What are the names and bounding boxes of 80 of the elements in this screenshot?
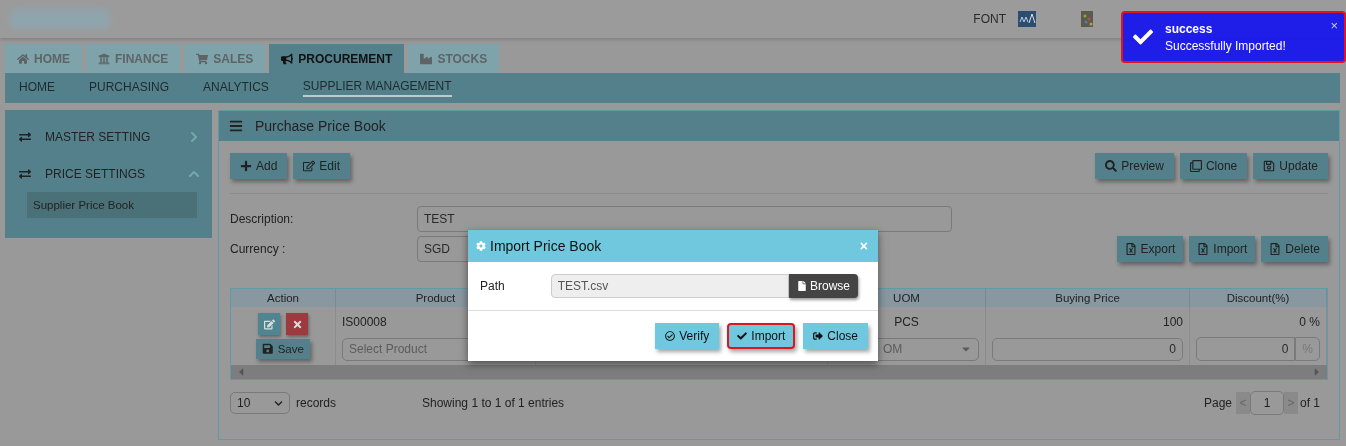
font-size-icon[interactable] — [1018, 11, 1036, 27]
gear-icon — [476, 241, 486, 251]
records-label: records — [296, 396, 336, 410]
column-header[interactable]: Buying Price — [986, 289, 1190, 307]
menu-icon[interactable] — [229, 119, 243, 133]
swap-arrows-icon — [19, 167, 31, 180]
field-label: Currency : — [230, 242, 287, 256]
table-cell-text: PCS — [893, 314, 920, 332]
close-button[interactable]: × — [1330, 18, 1338, 33]
palette-icon[interactable] — [1080, 10, 1096, 28]
toast-message: Successfully Imported! — [1165, 38, 1286, 53]
sub-nav-link[interactable]: HOME — [19, 80, 55, 96]
file-button[interactable]: Delete — [1261, 236, 1328, 262]
chevron-right-icon — [188, 130, 200, 143]
main-tab[interactable]: SALES — [184, 44, 266, 73]
price-input[interactable]: 0 — [992, 337, 1183, 361]
table-cell-text: IS00008 — [342, 314, 388, 332]
toolbar-button[interactable]: Edit — [293, 153, 351, 179]
dialog-title: Import Price Book — [490, 238, 602, 254]
spreadsheet-file-icon — [1197, 243, 1210, 255]
table-cell-text: 100 — [1161, 314, 1183, 332]
cart-icon — [196, 52, 209, 65]
file-icon — [797, 281, 807, 291]
edit-icon — [303, 160, 316, 172]
entries-info: Showing 1 to 1 of 1 entries — [422, 396, 565, 410]
save-button[interactable]: Save — [256, 339, 310, 359]
check-icon — [737, 331, 748, 341]
column-header[interactable]: Action — [231, 289, 336, 307]
font-label: FONT — [973, 12, 1006, 26]
main-tab[interactable]: HOME — [5, 44, 82, 73]
page-input[interactable]: 1 — [1250, 391, 1284, 415]
swap-arrows-icon — [19, 130, 31, 143]
sub-nav-link[interactable]: PURCHASING — [89, 80, 169, 96]
field-label: Description: — [230, 212, 295, 226]
copy-icon — [1189, 160, 1202, 172]
percent-addon: % — [1295, 337, 1320, 361]
home-icon — [17, 52, 29, 65]
search-icon — [1105, 160, 1118, 172]
page-label: Page — [1203, 396, 1232, 410]
edit-button[interactable] — [258, 313, 280, 335]
delete-button[interactable] — [286, 313, 308, 335]
column-header[interactable]: Discount(%) — [1190, 289, 1327, 307]
dialog-button[interactable]: Verify — [655, 323, 720, 349]
spreadsheet-file-icon — [1124, 243, 1137, 255]
horizontal-scrollbar[interactable] — [231, 365, 1327, 379]
main-tab[interactable]: PROCUREMENT — [269, 44, 405, 73]
toolbar-button[interactable]: Update — [1253, 153, 1328, 179]
main-tab[interactable]: FINANCE — [86, 44, 181, 73]
sidebar-subitem[interactable]: Supplier Price Book — [27, 192, 197, 218]
file-button[interactable]: Import — [1189, 236, 1256, 262]
exit-icon — [813, 331, 824, 341]
sub-nav-link[interactable]: ANALYTICS — [203, 80, 269, 96]
table-cell-text: 0 % — [1298, 314, 1320, 331]
panel-title: Purchase Price Book — [255, 118, 386, 134]
main-tab[interactable]: STOCKS — [408, 44, 500, 73]
path-input[interactable]: TEST.csv — [550, 274, 789, 298]
check-icon — [1133, 27, 1153, 47]
browse-button[interactable]: Browse — [789, 274, 858, 298]
sub-nav-link[interactable]: SUPPLIER MANAGEMENT — [302, 79, 452, 97]
discount-input[interactable]: 0 — [1196, 337, 1296, 361]
toolbar-button[interactable]: Add — [230, 153, 288, 179]
close-button[interactable]: × — [859, 238, 868, 254]
bank-icon — [98, 52, 110, 65]
sidebar-item[interactable]: PRICE SETTINGS — [13, 155, 204, 192]
toolbar-button[interactable]: Preview — [1095, 153, 1174, 179]
sidebar-item[interactable]: MASTER SETTING — [13, 118, 204, 155]
dialog-button[interactable]: Import — [727, 323, 796, 349]
chevron-down-icon — [274, 398, 283, 408]
page-size-select[interactable]: 10 — [230, 392, 290, 414]
factory-icon — [420, 52, 433, 65]
toast-title: success — [1165, 21, 1213, 36]
megaphone-icon — [281, 52, 294, 65]
file-button[interactable]: Export — [1116, 236, 1184, 262]
edit-icon — [263, 318, 275, 330]
page-count: of 1 — [1300, 396, 1320, 410]
close-icon — [291, 318, 303, 330]
dialog-button[interactable]: Close — [803, 323, 868, 349]
toolbar-button[interactable]: Clone — [1179, 153, 1248, 179]
spreadsheet-file-icon — [1269, 243, 1282, 255]
plus-icon — [240, 160, 252, 172]
